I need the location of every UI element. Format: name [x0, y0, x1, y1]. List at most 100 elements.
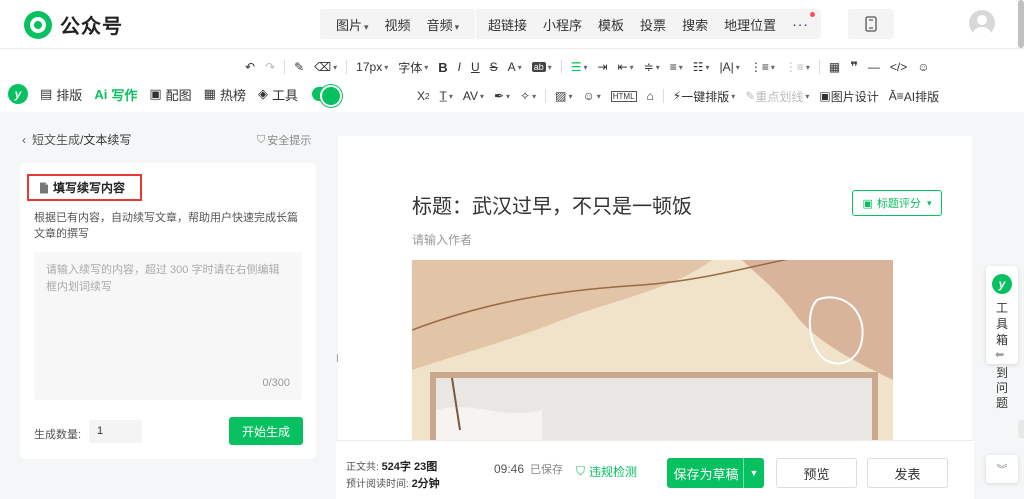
- insert-hyperlink-button[interactable]: 超链接: [480, 15, 535, 34]
- text-effect-icon[interactable]: ✒ ▾: [494, 89, 510, 103]
- violation-check-button[interactable]: ⛉ 违规检测: [576, 463, 637, 480]
- caret-down-icon: ▾: [454, 21, 460, 32]
- bold-icon[interactable]: B: [438, 60, 447, 75]
- double-chevron-down-icon: ︾: [996, 464, 1008, 476]
- toolbox-float-button[interactable]: y 工具箱 ⬅: [986, 266, 1018, 364]
- toolbar-row-2: X2 T̲ ▾ AV ▾ ✒ ▾ ✧ ▾ ▨ ▾ ☺ ▾ HTML ⌂ ⚡ 一键排版 ▾ ✎ 重点…: [412, 84, 944, 108]
- undo-icon[interactable]: ↶: [245, 60, 255, 74]
- preview-button[interactable]: 预览: [776, 458, 857, 488]
- redo-icon[interactable]: ↷: [265, 60, 275, 74]
- tab-tools[interactable]: ◈ 工具: [258, 85, 298, 104]
- article-title-input[interactable]: 标题：武汉过早，不只是一顿饭: [412, 190, 692, 219]
- insert-miniprogram-button[interactable]: 小程序: [535, 15, 590, 34]
- clear-format-icon[interactable]: ⌫ ▾: [314, 60, 337, 74]
- align-left-icon[interactable]: ☰ ▾: [571, 60, 588, 74]
- continue-content-input[interactable]: 请输入续写的内容，超过 300 字时请在右侧编辑框内划词续写 0/300: [34, 252, 302, 400]
- one-click-layout-button[interactable]: ⚡ 一键排版 ▾: [673, 88, 735, 105]
- list-icon[interactable]: ⋮≡ ▾: [750, 60, 775, 74]
- tab-layout[interactable]: ▤ 排版: [40, 85, 82, 104]
- quote-icon[interactable]: ❞: [850, 59, 858, 75]
- toolbar-divider: [818, 60, 820, 74]
- divider-line-icon[interactable]: —: [868, 60, 880, 74]
- help-float-label[interactable]: 到问题: [996, 366, 1008, 411]
- save-status: 09:46 已保存: [494, 461, 563, 477]
- outdent-icon[interactable]: ⇤ ▾: [618, 60, 634, 74]
- tab-images[interactable]: ▣ 配图: [149, 85, 191, 104]
- start-generate-button[interactable]: 开始生成: [229, 417, 303, 445]
- italic-icon[interactable]: I: [458, 60, 461, 74]
- chevron-down-icon[interactable]: ▼: [743, 458, 764, 488]
- text-style-icon[interactable]: T̲ ▾: [439, 89, 452, 103]
- char-spacing-icon[interactable]: AV ▾: [463, 89, 484, 103]
- ai-write-icon: Ai: [94, 86, 108, 102]
- publish-button[interactable]: 发表: [867, 458, 948, 488]
- table-icon[interactable]: ▦: [829, 60, 840, 74]
- chevron-down-icon: ▾: [926, 197, 932, 208]
- emoji-icon[interactable]: ☺: [917, 60, 929, 74]
- letter-spacing-icon[interactable]: |A| ▾: [720, 60, 740, 74]
- insert-location-button[interactable]: 地理位置: [716, 15, 784, 34]
- image-design-button[interactable]: ▣ 图片设计: [819, 88, 878, 105]
- format-painter-icon[interactable]: ✎: [294, 60, 304, 74]
- save-draft-button[interactable]: 保存为草稿 ▼: [667, 458, 764, 488]
- page-scrollbar[interactable]: [1018, 0, 1024, 48]
- ai-layout-button[interactable]: Ā≡ AI排版: [889, 88, 939, 105]
- card-title-highlight: 填写续写内容: [27, 174, 142, 201]
- tab-trending[interactable]: ▦ 热榜: [204, 85, 246, 104]
- toolbar-divider: [662, 89, 664, 103]
- insert-template-button[interactable]: 模板: [590, 15, 632, 34]
- article-cover-image[interactable]: [412, 260, 893, 440]
- tab-writing[interactable]: Ai 写作: [94, 85, 137, 104]
- insert-search-button[interactable]: 搜索: [674, 15, 716, 34]
- quantity-input[interactable]: 1: [89, 420, 142, 443]
- author-input[interactable]: 请输入作者: [412, 231, 472, 248]
- insert-video-menu[interactable]: 视频: [377, 15, 419, 34]
- sticker-icon[interactable]: ☺ ▾: [582, 89, 600, 103]
- chevron-left-icon[interactable]: ‹: [22, 133, 26, 147]
- magic-icon[interactable]: ✧ ▾: [520, 89, 536, 103]
- indent-icon[interactable]: ⇥: [598, 60, 608, 74]
- brand-logo[interactable]: 公众号: [24, 10, 123, 39]
- help-float-edge[interactable]: [1018, 420, 1024, 438]
- assistant-logo-icon[interactable]: y: [8, 84, 28, 104]
- underline-icon[interactable]: U: [471, 60, 480, 74]
- toolbox-label: 工具箱: [996, 301, 1009, 347]
- subscript-icon[interactable]: X2: [417, 89, 429, 103]
- cube-icon: ◈: [257, 86, 268, 101]
- line-height-icon[interactable]: ≑ ▾: [644, 60, 660, 74]
- scroll-down-button[interactable]: ︾: [986, 455, 1018, 483]
- user-avatar[interactable]: [969, 10, 995, 36]
- strikethrough-icon[interactable]: S: [490, 60, 498, 74]
- more-button[interactable]: ···: [784, 12, 817, 32]
- image-insert-icon[interactable]: ▨ ▾: [555, 89, 572, 103]
- caret-down-icon: ▾: [364, 21, 369, 32]
- insert-image-menu[interactable]: 图片 ▾: [328, 15, 377, 34]
- ordered-list-icon[interactable]: ⋮≡ ▾: [785, 60, 810, 74]
- html-icon[interactable]: HTML: [610, 90, 637, 102]
- assistant-logo-icon: y: [992, 274, 1012, 294]
- media-insert-group: 图片 ▾ 视频 音频 ▾: [320, 9, 476, 39]
- font-family-select[interactable]: 字体 ▾: [398, 59, 428, 76]
- safety-tip-link[interactable]: ⛉ 安全提示: [257, 132, 311, 148]
- background-color-icon[interactable]: ab ▾: [531, 62, 552, 72]
- assistant-toggle[interactable]: [311, 85, 342, 107]
- save-status-label: 已保存: [530, 464, 564, 476]
- read-time-label: 预计阅读时间:: [346, 479, 409, 490]
- paragraph-spacing-icon[interactable]: ≡ ▾: [670, 60, 683, 74]
- code-icon[interactable]: </>: [890, 60, 907, 74]
- font-size-select[interactable]: 17px ▾: [356, 60, 388, 74]
- font-color-icon[interactable]: A ▾: [508, 60, 522, 74]
- toolbox-icon[interactable]: ⌂: [647, 89, 654, 103]
- card-title: 填写续写内容: [53, 181, 126, 195]
- spacing-icon[interactable]: ☷ ▾: [693, 60, 710, 74]
- highlight-line-button[interactable]: ✎ 重点划线 ▾: [745, 88, 809, 105]
- insert-vote-button[interactable]: 投票: [632, 15, 674, 34]
- lightning-icon: ⚡: [672, 89, 682, 103]
- crumb-back-link[interactable]: 短文生成: [32, 131, 80, 148]
- document-icon: [40, 182, 48, 193]
- mobile-preview-button[interactable]: [848, 9, 894, 39]
- insert-audio-menu[interactable]: 音频 ▾: [419, 15, 468, 34]
- assistant-tabs: y ▤ 排版 Ai 写作 ▣ 配图 ▦ 热榜 ◈ 工具: [8, 82, 342, 107]
- title-score-button[interactable]: ▣ 标题评分 ▾: [852, 190, 942, 216]
- article-stats: 正文共: 524字 23图 预计阅读时间: 2分钟: [346, 459, 440, 493]
